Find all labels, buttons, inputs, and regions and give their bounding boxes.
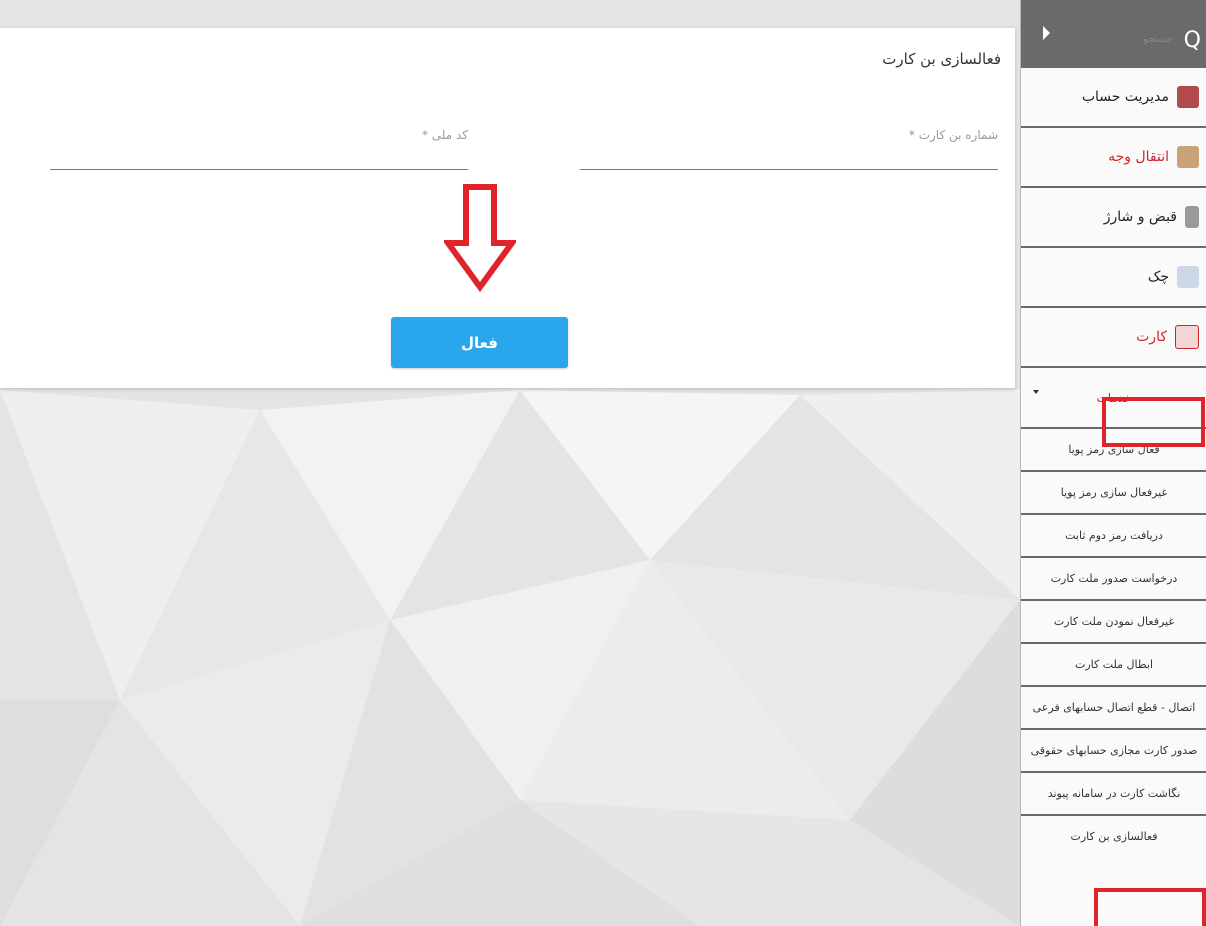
sidebar-item-label: قبض و شارژ <box>1103 209 1177 225</box>
arrow-down-icon <box>444 184 516 293</box>
sidebar-item-label: انتقال وجه <box>1108 149 1169 165</box>
sidebar-subitem-active[interactable]: فعالسازی بن کارت <box>1021 816 1206 857</box>
sidebar-item-account[interactable]: مدیریت حساب <box>1021 68 1206 128</box>
national-code-underline <box>50 169 468 170</box>
sidebar-item-label: مدیریت حساب <box>1081 89 1169 105</box>
sidebar-subitem-label: فعالسازی بن کارت <box>1070 830 1158 843</box>
sidebar: Q جستجو مدیریت حساب انتقال وجه قبض و شار… <box>1020 0 1206 926</box>
sidebar-item-transfer[interactable]: انتقال وجه <box>1021 128 1206 188</box>
sidebar-subitem-label: صدور کارت مجازی حسابهای حقوقی <box>1030 744 1198 757</box>
sidebar-subitem-label: نگاشت کارت در سامانه پیوند <box>1047 787 1181 800</box>
national-code-input[interactable] <box>50 144 468 168</box>
chevron-down-icon <box>1033 390 1039 394</box>
sidebar-subitem[interactable]: دریافت رمز دوم ثابت <box>1021 515 1206 558</box>
account-icon <box>1177 86 1199 108</box>
sidebar-subitem-label: اتصال - قطع اتصال حسابهای فرعی <box>1032 701 1196 714</box>
sidebar-subitem[interactable]: غیرفعال سازی رمز پویا <box>1021 472 1206 515</box>
sidebar-item-cheque[interactable]: چک <box>1021 248 1206 308</box>
cheque-icon <box>1177 266 1199 288</box>
national-code-field[interactable]: کد ملی * <box>50 128 468 170</box>
search-icon[interactable]: Q <box>1184 28 1201 53</box>
sidebar-item-label: کارت <box>1136 329 1167 345</box>
sidebar-subitem[interactable]: درخواست صدور ملت کارت <box>1021 558 1206 601</box>
activate-button[interactable]: فعال <box>391 317 568 368</box>
sidebar-subitem-label: غیرفعال سازی رمز پویا <box>1060 486 1168 499</box>
card-number-field[interactable]: شماره بن کارت * <box>580 128 998 170</box>
sidebar-subitem[interactable]: نگاشت کارت در سامانه پیوند <box>1021 773 1206 816</box>
active-item-highlight <box>1094 888 1206 926</box>
sidebar-subitem-label: درخواست صدور ملت کارت <box>1050 572 1178 585</box>
card-icon <box>1175 325 1199 349</box>
sidebar-subitem[interactable]: ابطال ملت کارت <box>1021 644 1206 687</box>
card-number-label: شماره بن کارت * <box>908 128 998 142</box>
sidebar-subitem[interactable]: اتصال - قطع اتصال حسابهای فرعی <box>1021 687 1206 730</box>
activation-card: فعالسازی بن کارت شماره بن کارت * کد ملی … <box>0 28 1015 388</box>
sidebar-item-bill[interactable]: قبض و شارژ <box>1021 188 1206 248</box>
page-title: فعالسازی بن کارت <box>882 50 1001 68</box>
sidebar-item-card[interactable]: کارت <box>1021 308 1206 368</box>
sidebar-subitem-label: ابطال ملت کارت <box>1074 658 1154 671</box>
national-code-label: کد ملی * <box>421 128 468 142</box>
sidebar-header: Q جستجو <box>1021 0 1206 68</box>
sidebar-subitem-label: دریافت رمز دوم ثابت <box>1065 529 1163 542</box>
sidebar-item-label: چک <box>1147 269 1169 285</box>
search-placeholder[interactable]: جستجو <box>1143 34 1173 45</box>
card-number-underline <box>580 169 998 170</box>
sidebar-subitem[interactable]: غیرفعال نمودن ملت کارت <box>1021 601 1206 644</box>
card-number-input[interactable] <box>580 144 998 168</box>
collapse-icon[interactable] <box>1043 26 1050 40</box>
sidebar-subitem[interactable]: صدور کارت مجازی حسابهای حقوقی <box>1021 730 1206 773</box>
bill-icon <box>1185 206 1199 228</box>
transfer-icon <box>1177 146 1199 168</box>
sidebar-subitem-label: غیرفعال نمودن ملت کارت <box>1053 615 1175 628</box>
services-highlight <box>1102 397 1205 447</box>
